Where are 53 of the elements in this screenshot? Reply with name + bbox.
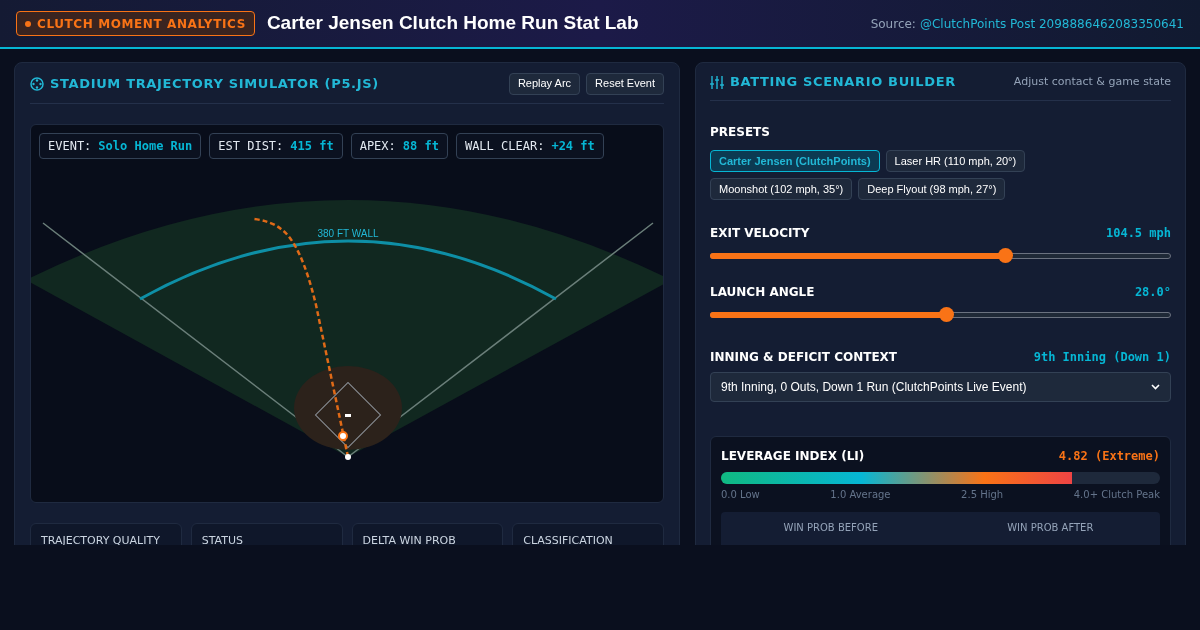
section-label: PRESETS	[710, 124, 771, 141]
card-label: DELTA WIN PROB	[362, 533, 457, 545]
stat-label: WALL CLEAR:	[464, 138, 545, 155]
stat-label: WIN PROB AFTER	[1006, 521, 1095, 535]
target-icon	[30, 76, 44, 91]
scale-label: 2.5 High	[961, 488, 1004, 502]
action-button[interactable]: Replay Arc	[508, 72, 581, 95]
pitcher-mound	[345, 414, 351, 417]
section-label: INNING & DEFICIT CONTEXT	[710, 349, 898, 366]
action-button[interactable]: Reset Event	[586, 72, 664, 95]
slider-label: EXIT VELOCITY	[710, 225, 810, 242]
preset-button[interactable]: Moonshot (102 mph, 35°)	[710, 178, 853, 200]
slider-track[interactable]	[710, 307, 1171, 322]
slider-thumb[interactable]	[939, 307, 955, 322]
preset-button[interactable]: Laser HR (110 mph, 20°)	[885, 150, 1026, 172]
scale-label: 0.0 Low	[721, 488, 760, 502]
source-label: Source:	[870, 15, 916, 33]
context-reading: 9th Inning (Down 1)	[1033, 349, 1171, 366]
stat-value: 415 ft	[290, 138, 334, 155]
infield-diamond	[314, 381, 382, 449]
ball-marker	[338, 431, 348, 441]
stat-value: Solo Home Run	[98, 138, 193, 155]
slider-thumb[interactable]	[998, 248, 1014, 263]
source-link[interactable]: @ClutchPoints Post 2098886462083350641	[919, 14, 1184, 33]
slider-reading: 104.5 mph	[1105, 225, 1171, 242]
stat-value: +24 ft	[551, 138, 595, 155]
stat-label: EST DIST:	[218, 138, 284, 155]
select-value: 9th Inning, 0 Outs, Down 1 Run (ClutchPoints Live Event)	[721, 379, 1027, 396]
scale-label: 4.0+ Clutch Peak	[1073, 488, 1160, 502]
home-plate	[345, 454, 351, 460]
wall-label: 380 FT WALL	[317, 228, 379, 239]
badge-text: CLUTCH MOMENT ANALYTICS	[37, 15, 246, 33]
card-label: CLASSIFICATION	[523, 533, 614, 545]
leverage-reading: 4.82 (Extreme)	[1058, 448, 1160, 465]
stat-value: 88 ft	[402, 138, 439, 155]
page-title: Carter Jensen Clutch Home Run Stat Lab	[266, 11, 639, 36]
stat-label: APEX:	[359, 138, 396, 155]
preset-button[interactable]: Carter Jensen (ClutchPoints)	[710, 150, 880, 172]
context-select[interactable]: 9th Inning, 0 Outs, Down 1 Run (ClutchPoints Live Event)	[710, 372, 1171, 402]
slider-reading: 28.0°	[1134, 284, 1171, 301]
panel-title: BATTING SCENARIO BUILDER	[730, 73, 956, 92]
card-title: LEVERAGE INDEX (LI)	[721, 448, 865, 465]
stat-label: EVENT:	[48, 138, 92, 155]
panel-subtitle: Adjust contact & game state	[1013, 73, 1171, 90]
chevron-icon	[1151, 384, 1160, 390]
stat-label: WIN PROB BEFORE	[782, 521, 879, 535]
slider-label: LAUNCH ANGLE	[710, 284, 815, 301]
panel-title: STADIUM TRAJECTORY SIMULATOR (P5.JS)	[50, 74, 379, 93]
slider-track[interactable]	[710, 248, 1171, 263]
card-label: STATUS	[201, 533, 245, 545]
scale-label: 1.0 Average	[830, 488, 891, 502]
sliders-icon	[710, 75, 724, 89]
preset-button[interactable]: Deep Flyout (98 mph, 27°)	[858, 178, 1006, 200]
